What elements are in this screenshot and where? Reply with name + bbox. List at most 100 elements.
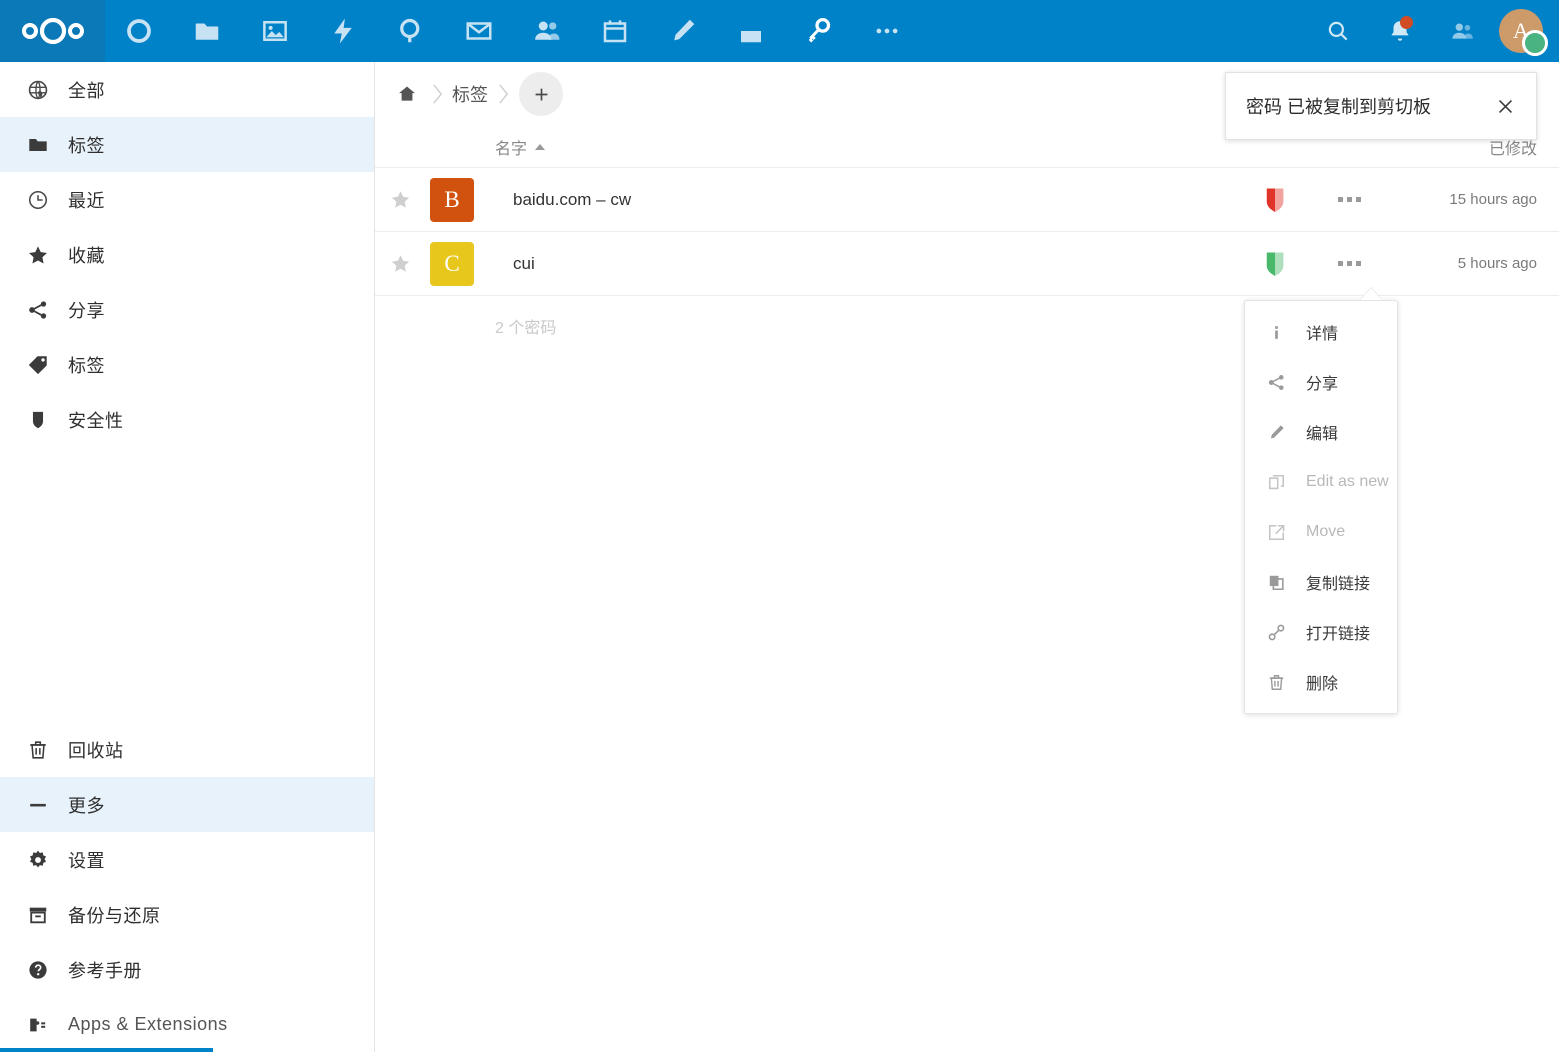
sidebar-item-folders[interactable]: 标签 bbox=[0, 117, 374, 172]
toast-close-button[interactable] bbox=[1490, 91, 1520, 121]
shield-icon bbox=[1266, 252, 1283, 276]
menu-item-delete[interactable]: 删除 bbox=[1245, 657, 1397, 707]
app-activity[interactable] bbox=[309, 0, 377, 62]
sidebar-item-more[interactable]: 更多 bbox=[0, 777, 374, 832]
sidebar-item-apps-extensions[interactable]: Apps & Extensions bbox=[0, 997, 374, 1052]
share-icon bbox=[16, 299, 60, 321]
contacts-icon bbox=[1452, 23, 1473, 39]
contacts-menu-button[interactable] bbox=[1431, 0, 1493, 62]
people-icon bbox=[535, 21, 560, 40]
trash-icon bbox=[16, 739, 60, 761]
notifications-button[interactable] bbox=[1369, 0, 1431, 62]
user-menu-button[interactable]: A bbox=[1493, 0, 1549, 62]
app-mail[interactable] bbox=[445, 0, 513, 62]
copy-new-icon bbox=[1267, 473, 1297, 492]
header-right-actions: A bbox=[1307, 0, 1559, 62]
menu-item-move[interactable]: Move bbox=[1245, 507, 1397, 557]
menu-item-edit-as-new[interactable]: Edit as new bbox=[1245, 457, 1397, 507]
table-row[interactable]: C cui 5 hours ago bbox=[375, 232, 1559, 296]
sidebar-item-backup-restore[interactable]: 备份与还原 bbox=[0, 887, 374, 942]
shield-icon bbox=[1266, 188, 1283, 212]
sidebar-item-shared[interactable]: 分享 bbox=[0, 282, 374, 337]
favicon-letter: B bbox=[430, 177, 474, 222]
column-name-sort[interactable]: 名字 bbox=[495, 135, 1237, 159]
sidebar-item-trash[interactable]: 回收站 bbox=[0, 722, 374, 777]
app-calendar[interactable] bbox=[581, 0, 649, 62]
sidebar-bottom-section: 回收站 更多 设置 备份与还原 参考手册 Apps & Extensions bbox=[0, 722, 374, 1052]
security-status-badge[interactable] bbox=[1237, 251, 1312, 277]
menu-item-details[interactable]: 详情 bbox=[1245, 307, 1397, 357]
sidebar-item-label: 标签 bbox=[68, 355, 105, 376]
plus-icon bbox=[535, 88, 547, 100]
sidebar-item-settings[interactable]: 设置 bbox=[0, 832, 374, 887]
menu-item-label: 复制链接 bbox=[1306, 576, 1371, 593]
search-icon bbox=[1328, 21, 1348, 41]
context-menu-arrow bbox=[1360, 288, 1382, 300]
top-header-bar: A bbox=[0, 0, 1559, 62]
password-title: baidu.com – cw bbox=[513, 189, 632, 209]
app-photos[interactable] bbox=[241, 0, 309, 62]
app-search[interactable] bbox=[377, 0, 445, 62]
app-contacts[interactable] bbox=[513, 0, 581, 62]
ellipsis-icon bbox=[1338, 261, 1361, 266]
favorite-star-button[interactable] bbox=[375, 189, 425, 210]
calendar-icon bbox=[603, 20, 627, 43]
sidebar-item-tags[interactable]: 标签 bbox=[0, 337, 374, 392]
menu-item-edit[interactable]: 编辑 bbox=[1245, 407, 1397, 457]
star-icon bbox=[16, 244, 60, 266]
sidebar-item-all[interactable]: 全部 bbox=[0, 62, 374, 117]
row-favicon: C bbox=[425, 241, 495, 286]
horizontal-scrollbar[interactable] bbox=[0, 1048, 213, 1052]
app-notes[interactable] bbox=[649, 0, 717, 62]
add-new-button[interactable] bbox=[519, 72, 563, 116]
puzzle-icon bbox=[16, 1014, 60, 1036]
menu-item-label: 删除 bbox=[1306, 676, 1339, 693]
app-more[interactable] bbox=[853, 0, 921, 62]
app-dashboard[interactable] bbox=[105, 0, 173, 62]
breadcrumb-current-folder[interactable]: 标签 bbox=[450, 81, 490, 107]
row-actions-menu-button[interactable] bbox=[1312, 197, 1387, 202]
favorite-star-button[interactable] bbox=[375, 253, 425, 274]
sidebar-item-favorites[interactable]: 收藏 bbox=[0, 227, 374, 282]
copy-icon bbox=[1267, 573, 1297, 592]
nextcloud-logo[interactable] bbox=[0, 0, 105, 62]
global-search-button[interactable] bbox=[1307, 0, 1369, 62]
ellipsis-icon bbox=[1338, 197, 1361, 202]
app-passwords[interactable] bbox=[785, 0, 853, 62]
table-row[interactable]: B baidu.com – cw 15 hours ago bbox=[375, 168, 1559, 232]
envelope-icon bbox=[466, 22, 492, 40]
breadcrumb-separator bbox=[424, 74, 450, 114]
pencil-icon bbox=[1267, 423, 1297, 442]
ellipsis-icon bbox=[876, 28, 898, 34]
menu-item-share[interactable]: 分享 bbox=[1245, 357, 1397, 407]
menu-item-label: Move bbox=[1306, 523, 1346, 540]
nextcloud-logo-icon bbox=[21, 17, 84, 45]
menu-item-label: Edit as new bbox=[1306, 473, 1389, 490]
breadcrumb-home-button[interactable] bbox=[390, 72, 424, 116]
minus-icon bbox=[16, 794, 60, 816]
modified-date: 15 hours ago bbox=[1449, 191, 1537, 208]
sidebar-item-label: 参考手册 bbox=[68, 960, 142, 981]
image-icon bbox=[263, 21, 287, 41]
tag-icon bbox=[16, 354, 60, 376]
gear-icon bbox=[16, 849, 60, 871]
app-navigation-sidebar: 全部 标签 最近 收藏 分享 标签 安全性 回收站 更多 设置 备份与还原 参考… bbox=[0, 62, 375, 1052]
sidebar-item-security[interactable]: 安全性 bbox=[0, 392, 374, 447]
breadcrumb-separator bbox=[490, 74, 516, 114]
help-icon bbox=[16, 959, 60, 981]
app-deck[interactable] bbox=[717, 0, 785, 62]
menu-item-copy-link[interactable]: 复制链接 bbox=[1245, 557, 1397, 607]
home-icon bbox=[399, 86, 415, 101]
row-favicon: B bbox=[425, 177, 495, 222]
sidebar-item-recent[interactable]: 最近 bbox=[0, 172, 374, 227]
security-status-badge[interactable] bbox=[1237, 187, 1312, 213]
row-actions-menu-button[interactable] bbox=[1312, 261, 1387, 266]
sidebar-item-label: 更多 bbox=[68, 795, 105, 816]
sidebar-item-label: 备份与还原 bbox=[68, 905, 161, 926]
menu-item-open-link[interactable]: 打开链接 bbox=[1245, 607, 1397, 657]
app-files[interactable] bbox=[173, 0, 241, 62]
sidebar-item-label: 回收站 bbox=[68, 740, 124, 761]
sidebar-item-handbook[interactable]: 参考手册 bbox=[0, 942, 374, 997]
sidebar-item-label: 最近 bbox=[68, 190, 105, 211]
user-status-dot bbox=[1522, 30, 1548, 56]
